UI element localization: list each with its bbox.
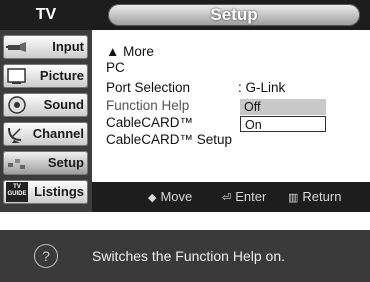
title-pill: Setup bbox=[108, 4, 360, 26]
sidebar-item-label: Picture bbox=[39, 68, 84, 83]
menu-item-cablecard-setup[interactable]: CableCARD™ Setup bbox=[106, 132, 232, 148]
help-text: Switches the Function Help on. bbox=[92, 248, 285, 264]
menu-item-function-help[interactable]: Function Help bbox=[106, 98, 189, 114]
title-bar: Setup bbox=[92, 0, 370, 30]
return-icon: ▥ bbox=[288, 192, 299, 204]
function-help-bar: ? Switches the Function Help on. bbox=[0, 230, 370, 282]
option-off[interactable]: Off bbox=[240, 99, 326, 115]
menu-item-more[interactable]: ▲ More bbox=[106, 44, 154, 60]
sidebar-item-label: Sound bbox=[43, 97, 84, 112]
enter-icon: ⏎ bbox=[222, 192, 232, 204]
tv-guide-icon: TV GUIDE bbox=[6, 182, 28, 202]
sidebar-item-listings[interactable]: TV GUIDE Listings bbox=[3, 180, 88, 204]
move-arrows-icon: ◆ bbox=[148, 192, 157, 204]
sidebar-header: TV bbox=[0, 0, 92, 30]
menu-item-pc[interactable]: PC bbox=[106, 60, 125, 76]
menu-title: Setup bbox=[210, 5, 258, 24]
separator bbox=[0, 212, 370, 230]
tv-guide-badge-text: TV GUIDE bbox=[7, 184, 27, 197]
hint-enter: ⏎ Enter bbox=[222, 189, 266, 206]
sidebar-item-label: Setup bbox=[47, 155, 84, 170]
menu-item-cablecard[interactable]: CableCARD™ bbox=[106, 115, 193, 131]
menu-panel: ▲ More PC Port Selection : G-Link Functi… bbox=[92, 30, 370, 182]
sidebar-item-sound[interactable]: Sound bbox=[3, 93, 88, 117]
help-question-icon: ? bbox=[34, 244, 58, 268]
channel-dish-icon bbox=[8, 127, 22, 143]
tv-osd-menu: TV Input Picture Sound Channel Setup TV … bbox=[0, 0, 370, 212]
hint-bar: ◆ Move ⏎ Enter ▥ Return bbox=[92, 182, 370, 212]
sidebar-item-setup[interactable]: Setup bbox=[3, 151, 88, 175]
port-selection-value: : G-Link bbox=[238, 80, 286, 95]
menu-item-port-selection[interactable]: Port Selection bbox=[106, 80, 190, 96]
input-plug-icon bbox=[6, 42, 26, 52]
sound-icon bbox=[8, 96, 26, 114]
sidebar-item-picture[interactable]: Picture bbox=[3, 64, 88, 88]
hint-move: ◆ Move bbox=[148, 189, 192, 206]
hint-move-label: Move bbox=[160, 189, 193, 204]
sidebar-item-label: Channel bbox=[32, 126, 84, 141]
sidebar: Input Picture Sound Channel Setup TV GUI… bbox=[0, 30, 92, 212]
sidebar-item-label: Input bbox=[52, 39, 84, 54]
sidebar-item-input[interactable]: Input bbox=[3, 35, 88, 59]
sidebar-item-label: Listings bbox=[34, 184, 84, 199]
picture-icon bbox=[7, 68, 26, 84]
option-on[interactable]: On bbox=[240, 116, 326, 132]
sidebar-item-channel[interactable]: Channel bbox=[3, 122, 88, 146]
hint-return: ▥ Return bbox=[288, 189, 341, 206]
hint-return-label: Return bbox=[302, 189, 342, 204]
hint-enter-label: Enter bbox=[235, 189, 267, 204]
setup-icon bbox=[8, 159, 25, 169]
